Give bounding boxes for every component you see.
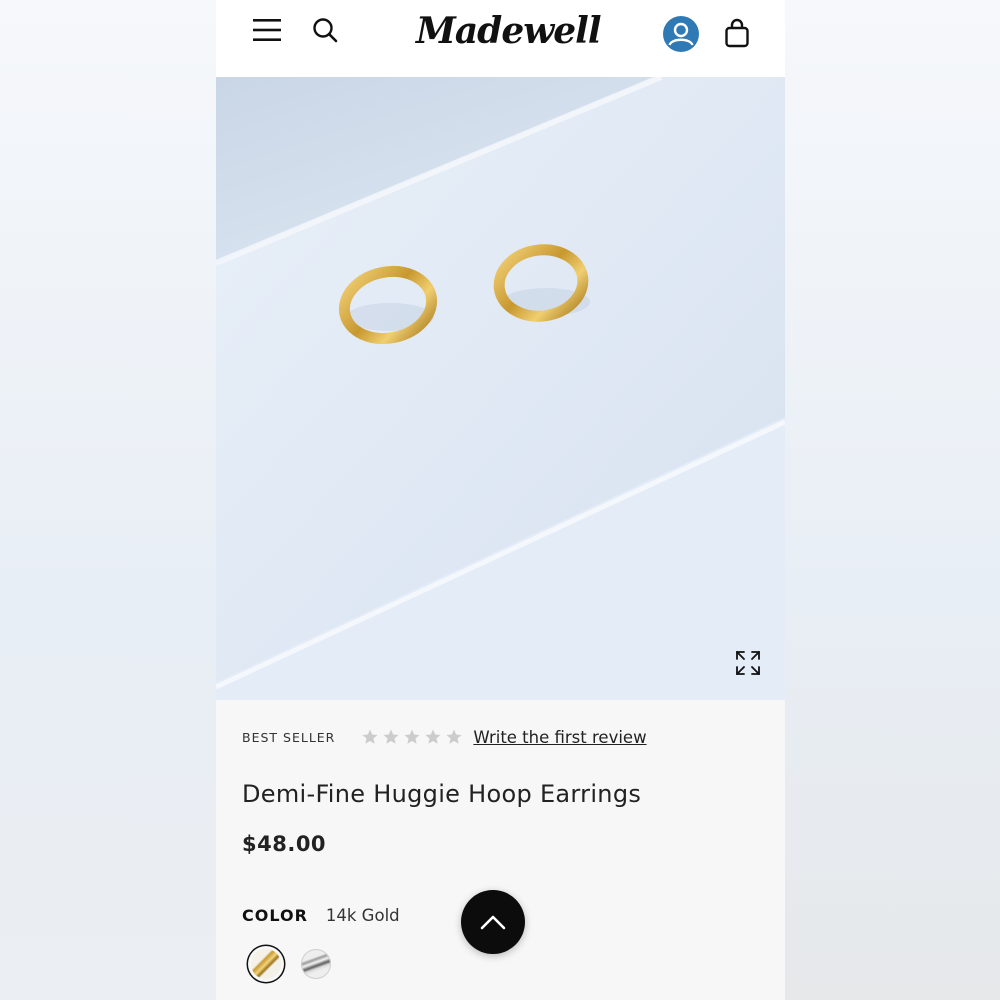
bag-button[interactable] <box>722 16 752 50</box>
expand-icon <box>736 651 760 675</box>
swatch-silver-image <box>301 949 331 979</box>
swatch-gold[interactable] <box>248 946 284 982</box>
meta-row: BEST SELLER Write the first review <box>242 726 647 748</box>
rating-stars <box>361 728 463 746</box>
chevron-up-icon <box>480 915 506 930</box>
account-icon <box>663 16 699 52</box>
hero-photo <box>216 77 785 700</box>
account-button[interactable] <box>661 14 701 54</box>
background-left <box>0 0 216 1000</box>
background-right <box>785 0 1000 1000</box>
color-row: COLOR 14k Gold <box>242 906 400 925</box>
search-icon <box>313 18 338 43</box>
brand-logo[interactable]: Madewell <box>416 8 602 54</box>
menu-icon <box>253 19 281 41</box>
expand-image-button[interactable] <box>734 649 762 677</box>
product-price: $48.00 <box>242 832 327 856</box>
star-icon <box>404 729 420 744</box>
best-seller-badge: BEST SELLER <box>242 729 336 745</box>
bag-icon <box>725 18 749 48</box>
color-value: 14k Gold <box>325 906 400 925</box>
star-icon <box>446 729 462 744</box>
swatch-gold-image <box>251 949 281 979</box>
product-info: BEST SELLER Write the first review Demi-… <box>216 700 785 1000</box>
product-page: Madewell BEST SELLER Write the first rev… <box>216 0 785 1000</box>
color-swatches <box>248 946 334 982</box>
color-label: COLOR <box>242 906 308 925</box>
site-header: Madewell <box>216 0 785 77</box>
write-review-link[interactable]: Write the first review <box>473 728 646 747</box>
star-icon <box>383 729 399 744</box>
star-icon <box>425 729 441 744</box>
star-icon <box>362 729 378 744</box>
scroll-to-top-button[interactable] <box>461 890 525 954</box>
menu-button[interactable] <box>250 14 284 46</box>
search-button[interactable] <box>310 14 340 46</box>
product-image[interactable] <box>216 77 785 700</box>
product-title: Demi-Fine Huggie Hoop Earrings <box>242 780 642 808</box>
swatch-silver[interactable] <box>298 946 334 982</box>
